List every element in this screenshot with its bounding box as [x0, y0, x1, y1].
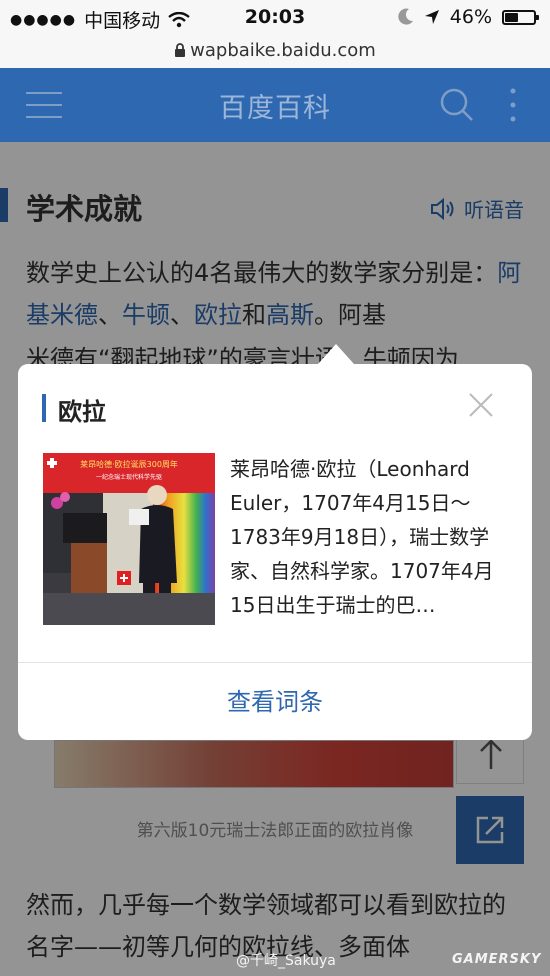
url-text: wapbaike.baidu.com: [190, 40, 376, 61]
thumb-banner-text: 莱昂哈德·欧拉诞辰300周年: [80, 459, 178, 469]
close-icon[interactable]: [468, 392, 494, 418]
view-entry-button[interactable]: 查看词条: [18, 682, 532, 717]
moon-icon: [398, 8, 413, 25]
popup-title: 欧拉: [58, 398, 106, 426]
popup-pointer: [318, 344, 354, 364]
status-bar: ●●●●● 中国移动 20:03 46%: [0, 0, 550, 36]
popup-title-marker: [42, 394, 46, 422]
lock-icon: [175, 43, 186, 57]
popup-divider: [18, 662, 532, 663]
term-popup: 欧拉 莱昂哈德·欧拉诞辰300周年 一纪念瑞士现代科学先驱 莱昂哈德·欧拉（Le…: [18, 364, 532, 740]
site-watermark: GAMERSKY: [452, 952, 542, 967]
thumb-subbanner-text: 一纪念瑞士现代科学先驱: [96, 473, 162, 481]
battery-icon: [502, 9, 539, 25]
url-bar[interactable]: wapbaike.baidu.com: [0, 36, 550, 68]
thumbnail-photo: 莱昂哈德·欧拉诞辰300周年 一纪念瑞士现代科学先驱: [43, 453, 215, 625]
weibo-watermark: @千崎_Sakuya: [236, 953, 336, 969]
location-arrow-icon: [424, 10, 439, 24]
battery-percent: 46%: [449, 6, 492, 28]
popup-description: 莱昂哈德·欧拉（Leonhard Euler，1707年4月15日～1783年9…: [230, 457, 494, 617]
euler-thumbnail[interactable]: 莱昂哈德·欧拉诞辰300周年 一纪念瑞士现代科学先驱: [43, 453, 215, 625]
